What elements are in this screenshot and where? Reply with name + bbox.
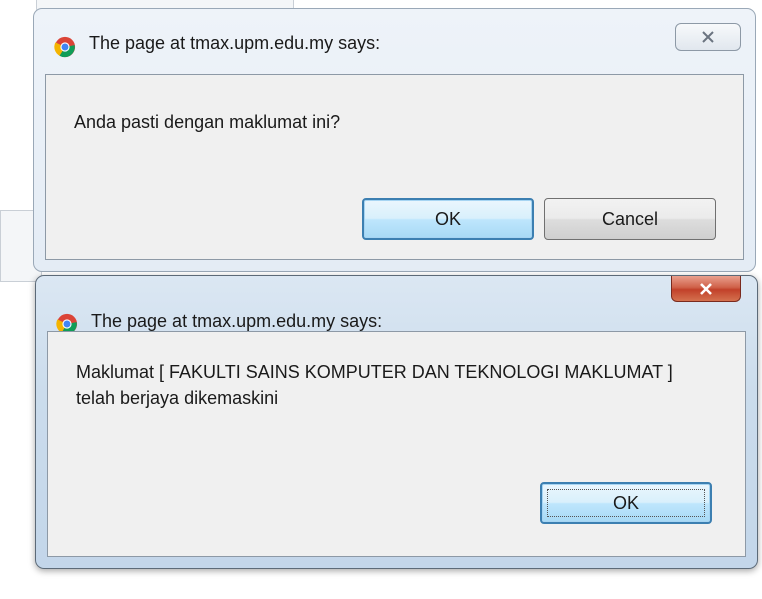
close-icon	[700, 282, 712, 295]
chrome-icon	[54, 36, 76, 58]
dialog-content: Maklumat [ FAKULTI SAINS KOMPUTER DAN TE…	[47, 331, 746, 557]
close-button[interactable]	[671, 276, 741, 302]
dialog-title: The page at tmax.upm.edu.my says:	[89, 33, 381, 53]
dialog-message: Maklumat [ FAKULTI SAINS KOMPUTER DAN TE…	[76, 362, 673, 408]
ok-button[interactable]: OK	[362, 198, 534, 240]
dialog-content: Anda pasti dengan maklumat ini? OK Cance…	[45, 74, 744, 260]
cancel-button[interactable]: Cancel	[544, 198, 716, 240]
close-icon	[702, 31, 714, 43]
close-button[interactable]	[675, 23, 741, 51]
dialog-message: Anda pasti dengan maklumat ini?	[74, 112, 341, 132]
info-dialog: The page at tmax.upm.edu.my says: Maklum…	[35, 275, 758, 569]
dialog-title: The page at tmax.upm.edu.my says:	[91, 311, 383, 331]
ok-button[interactable]: OK	[540, 482, 712, 524]
confirm-dialog: The page at tmax.upm.edu.my says: Anda p…	[33, 8, 756, 272]
confirm-dialog-titlebar: The page at tmax.upm.edu.my says:	[34, 9, 755, 79]
